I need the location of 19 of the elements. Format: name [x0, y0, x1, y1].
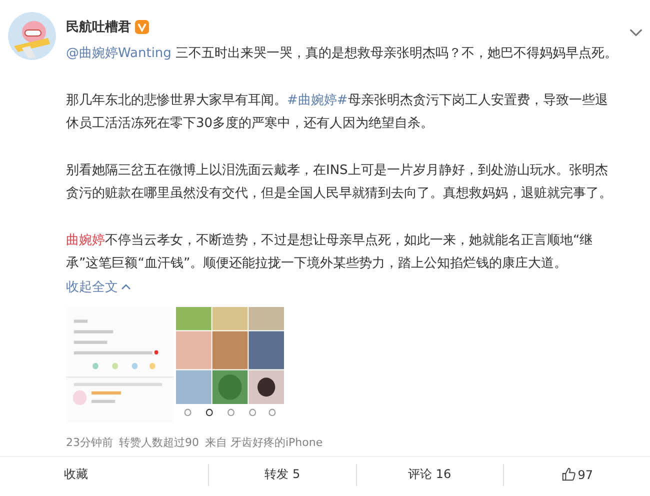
post-paragraph: 别看她隔三岔五在微博上以泪洗面云戴孝，在INS上可是一片岁月静好，到处游山玩水。张明杰贪污的赃款在哪里虽然没有交代，但是全国人民早就猜到去向了。真想救妈妈，退赃就完事了。	[66, 162, 613, 203]
post-paragraph: 那几年东北的悲惨世界大家早有耳闻。#曲婉婷#母亲张明杰贪污下岗工人安置费，导致一些退休员工活活冻死在零下30多度的严寒中，还有人因为绝望自杀。	[66, 92, 609, 133]
post-time[interactable]: 23分钟前	[66, 435, 113, 450]
hashtag-link[interactable]: #曲婉婷#	[287, 92, 348, 108]
comment-button[interactable]: 评论 16	[406, 464, 454, 485]
post-source[interactable]: 来自 牙齿好疼的iPhone	[205, 435, 323, 450]
post-paragraph: 曲婉婷不停当云孝女，不断造势，不过是想让母亲早点死，如此一来，她就能名正言顺地“继承”这笔巨额“血汗钱”。顺便还能拉拢一下境外某些势力，踏上公知掐烂钱的康庄大道。 收起全文	[66, 232, 594, 296]
mention-link[interactable]: @曲婉婷Wanting	[66, 46, 172, 61]
chevron-down-icon[interactable]	[629, 28, 643, 37]
keyword-link[interactable]: 曲婉婷	[66, 232, 105, 248]
repost-note: 转赞人数超过90	[119, 435, 199, 450]
like-button[interactable]: 97	[558, 465, 596, 484]
collapse-link[interactable]: 收起全文	[66, 280, 131, 294]
thumbs-up-icon[interactable]	[560, 467, 576, 482]
author-name[interactable]: 民航吐槽君	[66, 18, 131, 36]
post-paragraph: @曲婉婷Wanting 三不五时出来哭一哭，真的是想救母亲张明杰吗？不，她巴不得妈妈早点死。	[66, 45, 619, 63]
repost-button[interactable]: 转发 5	[262, 464, 302, 485]
caret-up-icon[interactable]	[121, 284, 131, 290]
favorite-button[interactable]: 收藏	[62, 464, 90, 485]
